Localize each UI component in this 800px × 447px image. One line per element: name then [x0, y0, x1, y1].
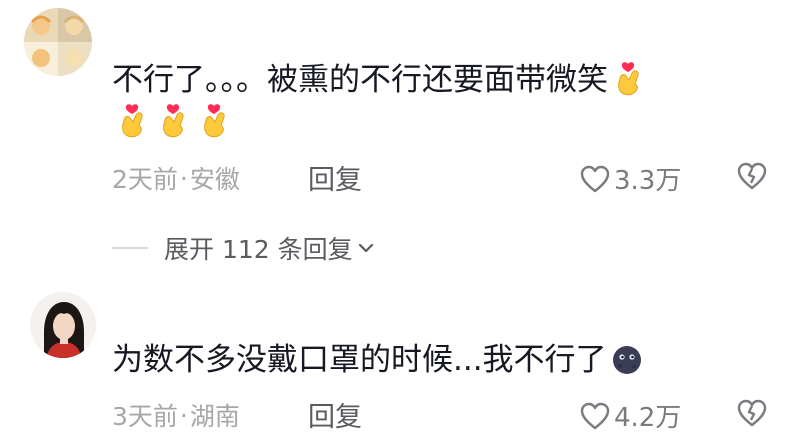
meta-separator: · — [179, 400, 188, 430]
avatar[interactable] — [24, 8, 92, 76]
comment-time: 2天前 — [112, 165, 178, 194]
expand-divider — [112, 247, 148, 249]
like-count: 4.2万 — [614, 403, 682, 433]
finger-heart-icon — [612, 62, 644, 96]
finger-heart-icon — [157, 104, 189, 138]
comment-meta: 3天前 · 湖南 — [112, 397, 240, 433]
emoji-row — [116, 104, 230, 138]
comment-text: 不行了。。。被熏的不行还要面带微笑 — [112, 60, 644, 100]
comment-text-content: 不行了。。。被熏的不行还要面带微笑 — [112, 62, 608, 98]
like-button[interactable]: 3.3万 — [580, 160, 681, 197]
comment-meta: 2天前 · 安徽 — [112, 160, 240, 196]
expand-replies-label: 展开 112 条回复 — [164, 235, 353, 264]
reply-button[interactable]: 回复 — [308, 395, 362, 434]
heart-outline-icon — [580, 165, 610, 192]
dislike-button[interactable] — [736, 398, 768, 428]
finger-heart-icon — [198, 104, 230, 138]
new-moon-face-icon — [611, 342, 643, 376]
chevron-down-icon — [358, 243, 373, 253]
finger-heart-icon — [116, 104, 148, 138]
broken-heart-icon — [737, 162, 767, 190]
like-button[interactable]: 4.2万 — [580, 397, 681, 434]
comment-text-content: 为数不多没戴口罩的时候...我不行了 — [112, 342, 607, 378]
broken-heart-icon — [737, 399, 767, 427]
comment-location: 湖南 — [189, 402, 240, 431]
comment-text: 为数不多没戴口罩的时候...我不行了 — [112, 340, 643, 380]
comment-location: 安徽 — [189, 165, 240, 194]
expand-replies[interactable]: 展开 112 条回复 — [112, 230, 375, 266]
dislike-button[interactable] — [736, 161, 768, 191]
heart-outline-icon — [580, 402, 610, 429]
like-count: 3.3万 — [614, 166, 682, 196]
reply-button[interactable]: 回复 — [308, 158, 362, 197]
avatar[interactable] — [30, 292, 96, 358]
meta-separator: · — [179, 163, 188, 193]
comment-time: 3天前 — [112, 402, 178, 431]
